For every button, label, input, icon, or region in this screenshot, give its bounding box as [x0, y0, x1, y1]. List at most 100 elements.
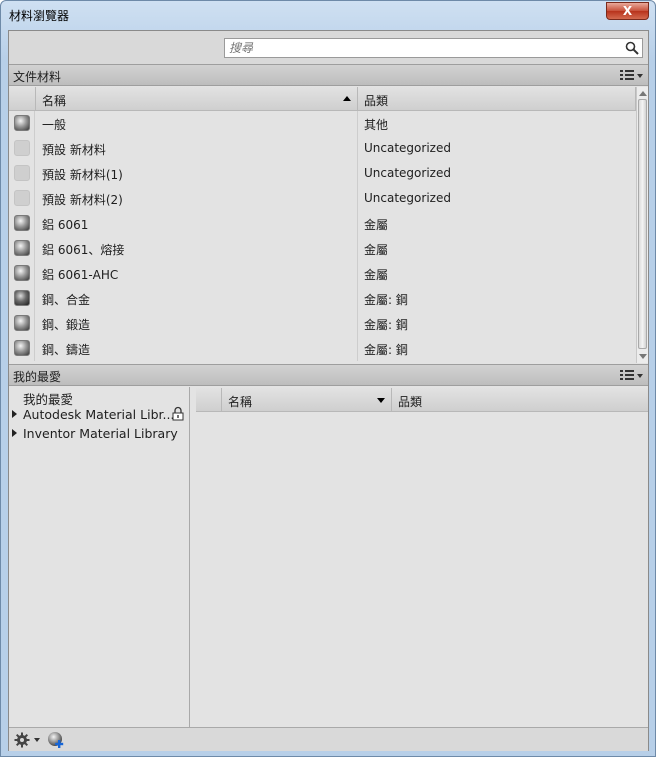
category-column-label: 品類 — [364, 94, 389, 108]
name-column-header[interactable]: 名稱 — [36, 87, 358, 111]
table-row[interactable]: 鋼、合金 金屬: 鋼 — [9, 286, 636, 311]
table-row[interactable]: 一般 其他 — [9, 111, 636, 136]
material-category: Uncategorized — [364, 141, 451, 155]
column-divider — [357, 261, 358, 286]
swatch-cell — [9, 161, 35, 186]
lock-icon — [172, 406, 184, 421]
material-name: 鋼、鑄造 — [42, 343, 91, 357]
swatch-cell — [9, 236, 35, 261]
scroll-thumb[interactable] — [638, 99, 647, 349]
tree-item-label: Autodesk Material Libr... — [23, 407, 175, 422]
table-row[interactable]: 預設 新材料(1) Uncategorized — [9, 161, 636, 186]
column-divider — [357, 161, 358, 186]
add-library-icon[interactable] — [47, 731, 65, 749]
vertical-scrollbar[interactable] — [636, 87, 648, 363]
swatch-cell — [9, 286, 35, 311]
bottom-toolbar — [9, 727, 648, 751]
table-row[interactable]: 鋼、鑄造 金屬: 鋼 — [9, 336, 636, 361]
doc-materials-table: 名稱 品類 一般 其他預設 新材料 Uncategorized 預設 新材料(1) Un… — [9, 87, 648, 363]
table-row[interactable]: 鋼、鍛造 金屬: 鋼 — [9, 311, 636, 336]
material-swatch-icon — [14, 315, 30, 331]
title-bar[interactable]: 材料瀏覽器 X — [1, 1, 655, 29]
table-row[interactable]: 預設 新材料(2) Uncategorized — [9, 186, 636, 211]
column-divider — [357, 311, 358, 336]
swatch-cell — [9, 186, 35, 211]
material-swatch-icon — [14, 165, 30, 181]
material-name: 鋼、合金 — [42, 293, 91, 307]
swatch-cell — [9, 311, 35, 336]
search-box[interactable] — [224, 38, 643, 58]
list-view-icon[interactable] — [618, 368, 644, 383]
category-column-header[interactable]: 品類 — [392, 388, 648, 412]
material-name: 鋁 6061、熔接 — [42, 243, 125, 257]
material-category: 金屬 — [364, 268, 389, 282]
name-column-header[interactable]: 名稱 — [222, 388, 392, 412]
expand-arrow-icon[interactable] — [12, 410, 17, 418]
material-category: 金屬 — [364, 218, 389, 232]
gear-icon[interactable] — [14, 732, 30, 748]
browser-client-area: 文件材料 名稱 品類 一般其他預設 新材料Uncategorized預設 新材料… — [8, 30, 649, 751]
table-row[interactable]: 鋁 6061 金屬 — [9, 211, 636, 236]
name-column-label: 名稱 — [228, 395, 253, 409]
name-column-label: 名稱 — [42, 94, 67, 108]
swatch-cell — [9, 136, 35, 161]
tree-item-inventor-library[interactable]: Inventor Material Library — [9, 424, 189, 443]
material-swatch-icon — [14, 290, 30, 306]
window-title: 材料瀏覽器 — [9, 9, 70, 23]
sort-ascending-icon — [343, 96, 351, 101]
library-tree: 我的最愛 Autodesk Material Libr... Inventor … — [9, 387, 190, 727]
favorites-body: 我的最愛 Autodesk Material Libr... Inventor … — [9, 387, 648, 727]
column-divider — [357, 136, 358, 161]
material-name: 鋁 6061 — [42, 218, 89, 232]
scroll-down-icon[interactable] — [639, 354, 647, 359]
table-row[interactable]: 鋁 6061、熔接 金屬 — [9, 236, 636, 261]
material-category: 金屬: 鋼 — [364, 293, 408, 307]
column-divider — [357, 286, 358, 311]
column-divider — [357, 211, 358, 236]
tree-item-autodesk-library[interactable]: Autodesk Material Libr... — [9, 405, 189, 424]
list-view-icon[interactable] — [618, 68, 644, 83]
column-divider — [357, 111, 358, 136]
swatch-cell — [9, 336, 35, 361]
swatch-cell — [9, 261, 35, 286]
material-browser-window: 材料瀏覽器 X 文件材料 名稱 — [0, 0, 656, 757]
material-category: 其他 — [364, 118, 389, 132]
sort-descending-icon — [377, 398, 385, 403]
material-swatch-icon — [14, 115, 30, 131]
material-name: 預設 新材料(2) — [42, 193, 123, 207]
material-name: 預設 新材料(1) — [42, 168, 123, 182]
category-column-header[interactable]: 品類 — [358, 87, 636, 111]
favorites-header: 我的最愛 — [9, 364, 648, 386]
material-name: 鋁 6061-AHC — [42, 268, 119, 282]
material-swatch-icon — [14, 240, 30, 256]
scroll-up-icon[interactable] — [639, 91, 647, 96]
swatch-column-header — [9, 87, 36, 111]
material-name: 一般 — [42, 118, 67, 132]
search-row — [9, 31, 648, 64]
table-row[interactable]: 鋁 6061-AHC 金屬 — [9, 261, 636, 286]
material-swatch-icon — [14, 215, 30, 231]
search-icon[interactable] — [625, 41, 639, 55]
column-divider — [357, 336, 358, 361]
material-swatch-icon — [14, 190, 30, 206]
material-name: 鋼、鍛造 — [42, 318, 91, 332]
material-swatch-icon — [14, 265, 30, 281]
swatch-column-header — [196, 388, 222, 412]
material-category: 金屬 — [364, 243, 389, 257]
material-category: 金屬: 鋼 — [364, 318, 408, 332]
tree-item-favorites[interactable]: 我的最愛 — [9, 387, 189, 407]
material-category: Uncategorized — [364, 166, 451, 180]
expand-arrow-icon[interactable] — [12, 429, 17, 437]
material-category: 金屬: 鋼 — [364, 343, 408, 357]
material-name: 預設 新材料 — [42, 143, 106, 157]
close-button[interactable]: X — [606, 2, 649, 20]
search-input[interactable] — [225, 39, 620, 57]
favorites-title: 我的最愛 — [13, 370, 62, 384]
doc-materials-header: 文件材料 — [9, 64, 648, 86]
chevron-down-icon[interactable] — [34, 738, 40, 742]
favorites-table: 名稱 品類 — [192, 387, 648, 727]
table-row[interactable]: 預設 新材料 Uncategorized — [9, 136, 636, 161]
swatch-cell — [9, 111, 35, 136]
category-column-label: 品類 — [398, 395, 423, 409]
swatch-cell — [9, 211, 35, 236]
